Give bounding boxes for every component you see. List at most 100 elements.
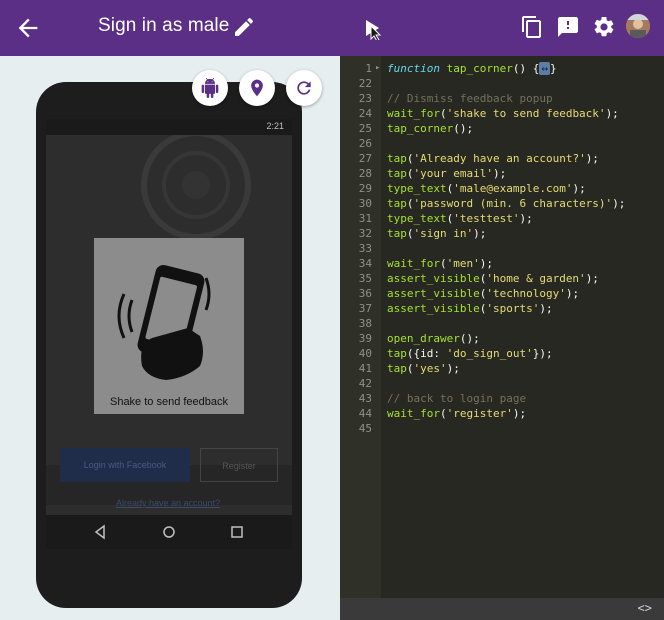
code-line[interactable]: 30 tap('password (min. 6 characters)'); <box>340 196 664 211</box>
line-number: 24 <box>358 107 372 120</box>
line-number: 26 <box>358 137 372 150</box>
line-number: 33 <box>358 242 372 255</box>
code-line[interactable]: 38 <box>340 316 664 331</box>
line-source: type_text('male@example.com'); <box>387 182 586 195</box>
line-number: 28 <box>358 167 372 180</box>
edit-pencil-icon[interactable] <box>232 15 256 39</box>
line-number: 36 <box>358 287 372 300</box>
line-number: 41 <box>358 362 372 375</box>
line-source: tap('password (min. 6 characters)'); <box>387 197 626 210</box>
line-source: type_text('testtest'); <box>387 212 533 225</box>
android-button[interactable] <box>192 70 228 106</box>
line-source: // Dismiss feedback popup <box>387 92 553 105</box>
code-line[interactable]: 28 tap('your email'); <box>340 166 664 181</box>
code-line[interactable]: 44 wait_for('register'); <box>340 406 664 421</box>
line-number: 30 <box>358 197 372 210</box>
location-button[interactable] <box>239 70 275 106</box>
line-number: 43 <box>358 392 372 405</box>
avatar-image <box>626 14 650 38</box>
nav-back-icon[interactable] <box>94 524 105 540</box>
line-source: wait_for('shake to send feedback'); <box>387 107 619 120</box>
line-number: 42 <box>358 377 372 390</box>
line-source: tap('sign in'); <box>387 227 487 240</box>
register-button[interactable]: Register <box>200 448 278 482</box>
line-source: open_drawer(); <box>387 332 480 345</box>
code-line[interactable]: 41 tap('yes'); <box>340 361 664 376</box>
feedback-popup-text: Shake to send feedback <box>109 396 229 408</box>
line-source: tap({id: 'do_sign_out'}); <box>387 347 553 360</box>
line-number: 22 <box>358 77 372 90</box>
code-line[interactable]: 25 tap_corner(); <box>340 121 664 136</box>
line-source: tap_corner(); <box>387 122 474 135</box>
line-number: 35 <box>358 272 372 285</box>
nav-buttons <box>94 524 243 540</box>
code-line[interactable]: 35 assert_visible('home & garden'); <box>340 271 664 286</box>
line-number: 31 <box>358 212 372 225</box>
line-source: assert_visible('sports'); <box>387 302 553 315</box>
run-play-icon[interactable] <box>360 16 384 40</box>
code-line[interactable]: 1 ▸ function tap_corner() {↔} <box>340 61 664 76</box>
line-number: 40 <box>358 347 372 360</box>
page-title: Sign in as male <box>98 15 230 36</box>
fold-arrow-icon[interactable]: ▸ <box>375 61 380 76</box>
editor-footer: <> <box>340 598 664 620</box>
status-bar: 2:21 <box>46 119 292 135</box>
shake-phone-icon <box>117 264 211 380</box>
code-line[interactable]: 29 type_text('male@example.com'); <box>340 181 664 196</box>
code-line[interactable]: 43 // back to login page <box>340 391 664 406</box>
code-line[interactable]: 37 assert_visible('sports'); <box>340 301 664 316</box>
code-line[interactable]: 40 tap({id: 'do_sign_out'}); <box>340 346 664 361</box>
refresh-icon <box>297 81 311 95</box>
code-line[interactable]: 36 assert_visible('technology'); <box>340 286 664 301</box>
location-pin-icon <box>251 79 263 97</box>
line-number: 38 <box>358 317 372 330</box>
line-source: wait_for('men'); <box>387 257 493 270</box>
copy-icon[interactable] <box>520 15 544 39</box>
code-line[interactable]: 45 <box>340 421 664 436</box>
line-number: 25 <box>358 122 372 135</box>
line-source: function tap_corner() {↔} <box>387 62 557 75</box>
back-arrow-icon[interactable] <box>14 14 42 42</box>
code-line[interactable]: 33 <box>340 241 664 256</box>
app-bar: Sign in as male <box>0 0 664 56</box>
line-number: 27 <box>358 152 372 165</box>
status-time: 2:21 <box>266 121 284 131</box>
code-line[interactable]: 23 // Dismiss feedback popup <box>340 91 664 106</box>
line-number: 32 <box>358 227 372 240</box>
code-line[interactable]: 27 tap('Already have an account?'); <box>340 151 664 166</box>
line-number: 44 <box>358 407 372 420</box>
line-source: tap('Already have an account?'); <box>387 152 599 165</box>
line-number: 29 <box>358 182 372 195</box>
already-have-account-link[interactable]: Already have an account? <box>116 498 220 508</box>
line-source: // back to login page <box>387 392 527 405</box>
line-source: assert_visible('technology'); <box>387 287 580 300</box>
user-avatar[interactable] <box>626 14 650 38</box>
code-line[interactable]: 24 wait_for('shake to send feedback'); <box>340 106 664 121</box>
line-source: tap('your email'); <box>387 167 507 180</box>
nav-home-icon[interactable] <box>163 526 175 538</box>
feedback-icon[interactable] <box>556 15 580 39</box>
line-number: 23 <box>358 92 372 105</box>
code-line[interactable]: 42 <box>340 376 664 391</box>
line-source: tap('yes'); <box>387 362 460 375</box>
android-icon <box>201 78 219 98</box>
code-line[interactable]: 39 open_drawer(); <box>340 331 664 346</box>
line-source: wait_for('register'); <box>387 407 527 420</box>
nav-recents-icon[interactable] <box>231 526 243 538</box>
expand-editor-button[interactable]: <> <box>638 601 652 615</box>
code-line[interactable]: 32 tap('sign in'); <box>340 226 664 241</box>
code-line[interactable]: 34 wait_for('men'); <box>340 256 664 271</box>
code-line[interactable]: 31 type_text('testtest'); <box>340 211 664 226</box>
code-line[interactable]: 26 <box>340 136 664 151</box>
login-facebook-button[interactable]: Login with Facebook <box>60 448 190 482</box>
line-number: 39 <box>358 332 372 345</box>
refresh-button[interactable] <box>286 70 322 106</box>
shake-feedback-popup: Shake to send feedback <box>94 238 244 414</box>
line-number: 1 <box>365 62 372 75</box>
code-editor[interactable]: 1 ▸ function tap_corner() {↔} 22 23 // Dismis… <box>340 56 664 620</box>
code-line[interactable]: 22 <box>340 76 664 91</box>
line-number: 37 <box>358 302 372 315</box>
line-number: 45 <box>358 422 372 435</box>
android-nav-bar <box>46 515 292 549</box>
settings-gear-icon[interactable] <box>592 15 616 39</box>
